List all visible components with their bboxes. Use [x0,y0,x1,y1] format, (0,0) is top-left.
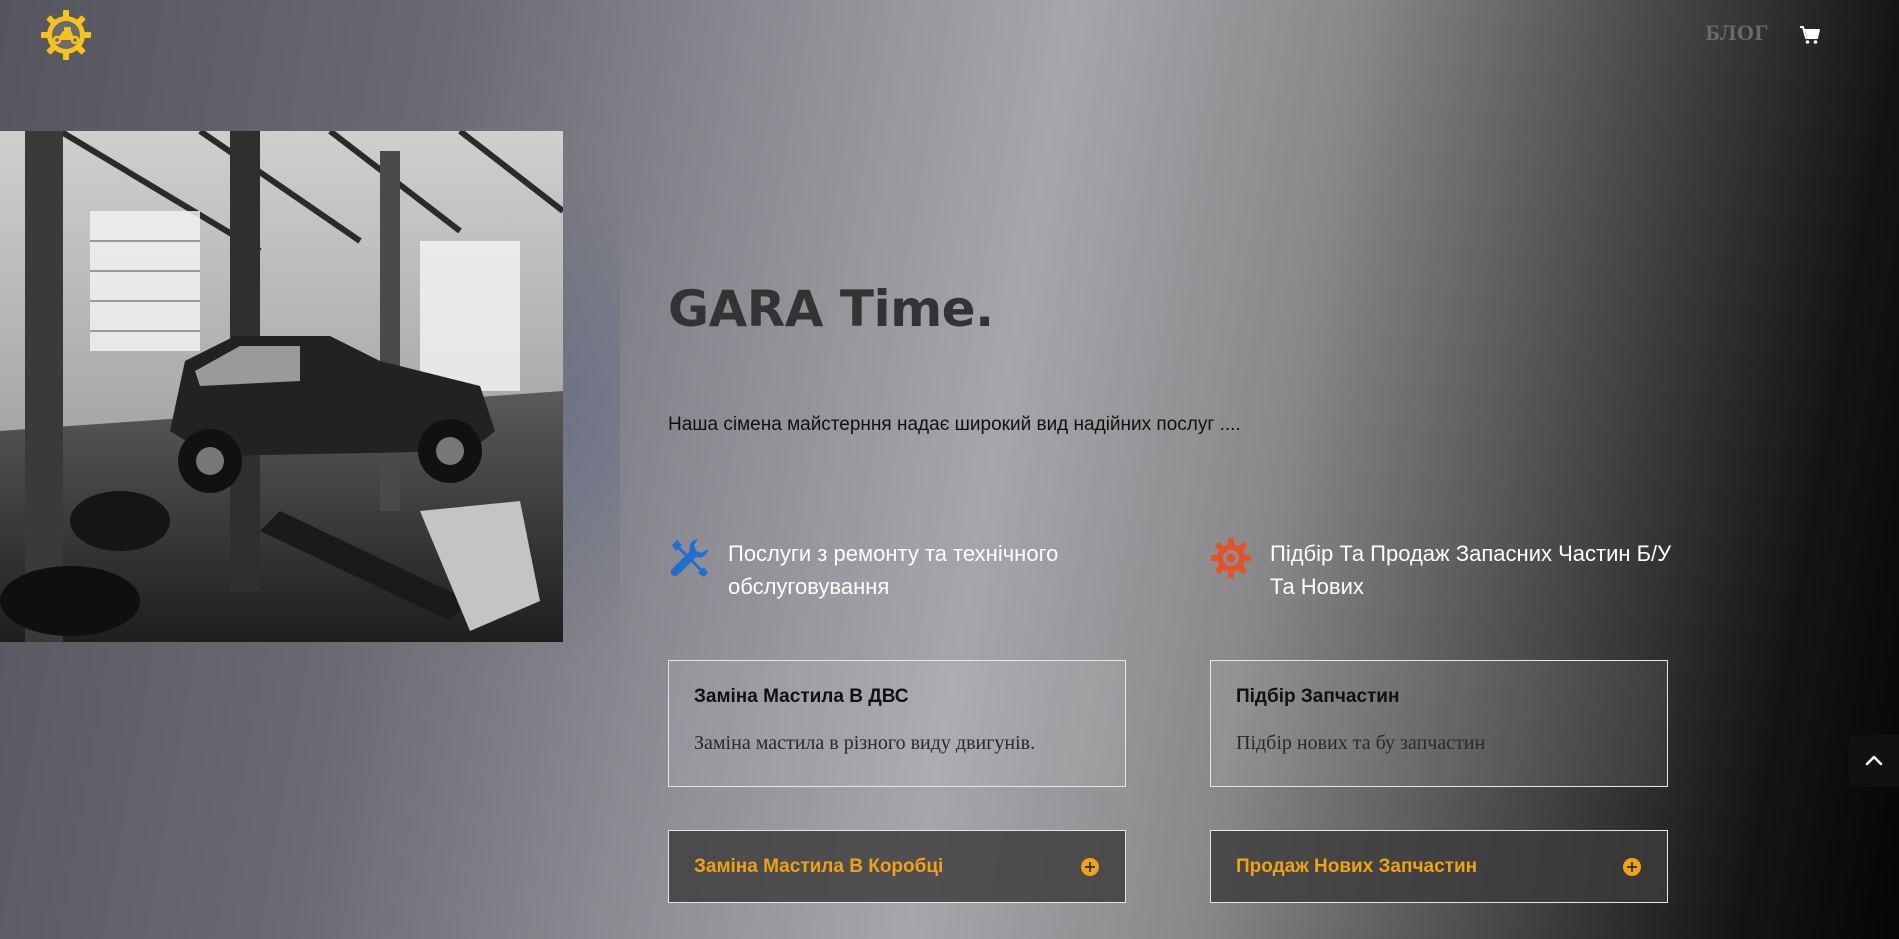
toggle-oil-change-gearbox[interactable]: Заміна Мастила В Коробці [668,830,1126,903]
nav-link-blog[interactable]: БЛОГ [1706,20,1770,46]
page-title: GARA Time. [668,280,994,338]
toggle-content: Заміна мастила в різного виду двигунів. [694,732,1036,754]
plus-circle-icon[interactable] [1622,857,1642,877]
blurb-title: Послуги з ремонту та технічного обслугов… [728,541,1059,599]
gear-motorcycle-logo-icon [41,10,91,60]
toggle-title: Продаж Нових Запчастин [1236,855,1478,877]
car-repair-garage-photo [0,131,563,642]
site-logo[interactable] [40,9,92,61]
back-to-top-button[interactable] [1849,735,1899,787]
toggle-title: Заміна Мастила В Коробці [694,855,944,877]
toggle-new-parts-sale[interactable]: Продаж Нових Запчастин [1210,830,1668,903]
service-blurb-repair: Послуги з ремонту та технічного обслугов… [668,537,1088,603]
cart-icon[interactable] [1799,24,1821,46]
plus-circle-icon[interactable] [1080,857,1100,877]
toggle-parts-selection[interactable]: Підбір Запчастин Підбір нових та бу запч… [1210,660,1668,787]
tools-icon [670,539,708,577]
blurb-title: Підбір Та Продаж Запасних Частин Б/У Та … [1270,541,1672,599]
gear-icon [1211,538,1251,578]
service-blurb-parts: Підбір Та Продаж Запасних Частин Б/У Та … [1210,537,1680,603]
chevron-up-icon [1865,755,1883,766]
toggle-content: Підбір нових та бу запчастин [1236,732,1486,754]
main-nav: БЛОГ [1706,20,1822,46]
toggle-title: Підбір Запчастин [1236,686,1400,707]
toggle-oil-change-engine[interactable]: Заміна Мастила В ДВС Заміна мастила в рі… [668,660,1126,787]
toggle-title: Заміна Мастила В ДВС [694,686,909,707]
hero-subtitle: Наша сімена майстерння надає широкий вид… [668,414,1241,435]
